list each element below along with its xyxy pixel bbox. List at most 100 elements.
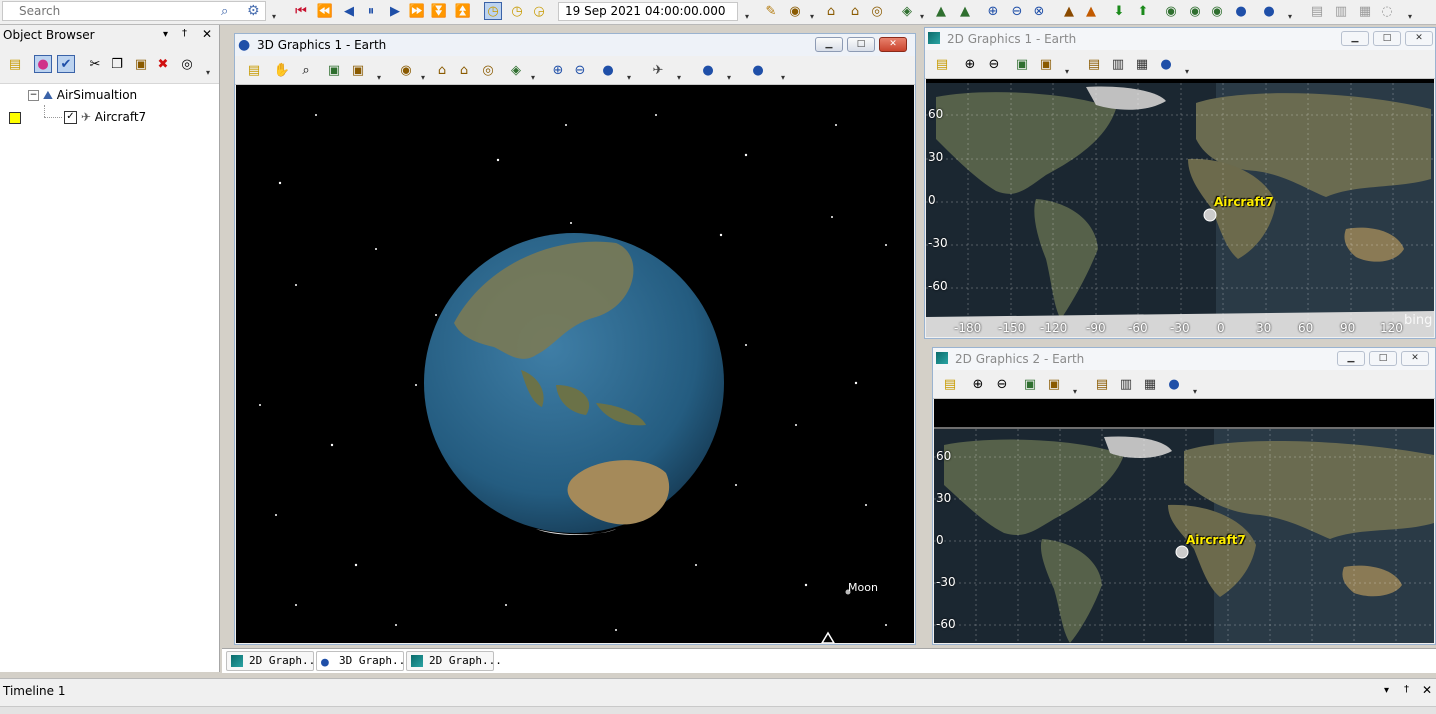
arrow-down-icon[interactable]: ⬇ — [1110, 2, 1128, 20]
view-from-icon[interactable]: ◉ — [786, 2, 804, 20]
globe-icon[interactable]: ● — [1232, 2, 1250, 20]
chevron-down-icon[interactable]: ▾ — [1406, 3, 1414, 21]
maximize-button[interactable]: □ — [847, 37, 875, 52]
chevron-down-icon[interactable]: ▾ — [1384, 685, 1389, 696]
step-back-icon[interactable]: ⏪ — [316, 2, 334, 20]
globe-icon[interactable]: ● — [1157, 55, 1175, 73]
tab-2d-graphics-1[interactable]: 2D Graph... — [226, 651, 322, 671]
satellite-2-icon[interactable]: ◉ — [1186, 2, 1204, 20]
home-view-icon[interactable]: ⌂ — [822, 2, 840, 20]
chevron-down-icon[interactable]: ▾ — [1063, 58, 1071, 76]
paste-icon[interactable]: ▣ — [132, 55, 150, 73]
aircraft-marker[interactable] — [1203, 208, 1217, 222]
scale-icon[interactable]: ▥ — [1109, 55, 1127, 73]
gear-icon[interactable]: ⚙ — [247, 3, 260, 19]
chevron-down-icon[interactable]: ▾ — [529, 64, 537, 82]
map-view-icon[interactable]: ◈ — [507, 61, 525, 79]
timeline-track[interactable] — [0, 706, 1436, 714]
chevron-down-icon[interactable]: ▾ — [204, 59, 212, 77]
tree-item-aircraft[interactable]: ✓ ✈ Aircraft7 — [64, 107, 146, 127]
pin-icon[interactable]: † — [182, 28, 187, 39]
check-icon[interactable]: ✔ — [57, 55, 75, 73]
3d-viewport[interactable]: Moon — [236, 85, 914, 643]
minimize-button[interactable]: ▁ — [1341, 31, 1369, 46]
measure-3-icon[interactable]: ⊗ — [1030, 2, 1048, 20]
map-view-icon[interactable]: ◈ — [898, 2, 916, 20]
chevron-down-icon[interactable]: ▾ — [625, 64, 633, 82]
slow-down-icon[interactable]: ⏬ — [430, 2, 448, 20]
cut-icon[interactable]: ✂ — [86, 55, 104, 73]
maximize-button[interactable]: □ — [1373, 31, 1401, 46]
camera-icon[interactable]: ▣ — [349, 61, 367, 79]
pencil-icon[interactable]: ✎ — [762, 2, 780, 20]
arrow-up-icon[interactable]: ⬆ — [1134, 2, 1152, 20]
close-icon[interactable]: ✕ — [1422, 683, 1432, 697]
chevron-down-icon[interactable]: ▾ — [375, 64, 383, 82]
globe-icon[interactable]: ● — [599, 61, 617, 79]
close-button[interactable]: ✕ — [1401, 351, 1429, 366]
properties-icon[interactable]: ▤ — [245, 61, 263, 79]
pin-icon[interactable]: † — [1404, 684, 1409, 695]
chevron-down-icon[interactable]: ▾ — [675, 64, 683, 82]
properties-icon[interactable]: ▤ — [933, 55, 951, 73]
chevron-down-icon[interactable]: ▾ — [270, 3, 278, 21]
chevron-down-icon[interactable]: ▾ — [1071, 378, 1079, 396]
chevron-down-icon[interactable]: ▾ — [743, 3, 751, 21]
close-button[interactable]: ✕ — [1405, 31, 1433, 46]
2d-map-viewport-1[interactable]: 60 30 0 -30 -60 -180 -150 -120 -90 -60 -… — [926, 79, 1434, 337]
zoom-in-icon[interactable]: ⊕ — [961, 55, 979, 73]
window-titlebar[interactable]: 2D Graphics 2 - Earth ▁ □ ✕ — [933, 348, 1435, 371]
chevron-down-icon[interactable]: ▾ — [725, 64, 733, 82]
camera-icon[interactable]: ▣ — [1045, 375, 1063, 393]
search-input[interactable] — [5, 3, 219, 19]
search-icon[interactable]: ⌕ — [221, 4, 228, 19]
chevron-down-icon[interactable]: ▾ — [808, 3, 816, 21]
zoom-in-icon[interactable]: ⊕ — [969, 375, 987, 393]
terrain-icon[interactable]: ▲ — [932, 2, 950, 20]
collapse-icon[interactable]: − — [28, 90, 39, 101]
tab-2d-graphics-2[interactable]: 2D Graph... — [406, 651, 502, 671]
chevron-down-icon[interactable]: ▾ — [1183, 58, 1191, 76]
play-reverse-icon[interactable]: ◀ — [340, 2, 358, 20]
close-icon[interactable]: ✕ — [202, 27, 212, 41]
globe-icon[interactable]: ● — [1165, 375, 1183, 393]
scenario-time-field[interactable]: 19 Sep 2021 04:00:00.000 — [558, 2, 738, 21]
pyramid-2-icon[interactable]: ▲ — [1082, 2, 1100, 20]
measure-icon[interactable]: ⊕ — [549, 61, 567, 79]
house-icon[interactable]: ⌂ — [455, 61, 473, 79]
zoom-out-icon[interactable]: ⊖ — [985, 55, 1003, 73]
zoom-out-icon[interactable]: ⊖ — [993, 375, 1011, 393]
chevron-down-icon[interactable]: ▾ — [163, 29, 168, 40]
globe-2-icon[interactable]: ● — [1260, 2, 1278, 20]
wing-icon[interactable]: ✈ — [649, 61, 667, 79]
find-icon[interactable]: ◎ — [178, 55, 196, 73]
chevron-down-icon[interactable]: ▾ — [779, 64, 787, 82]
snapshot-icon[interactable]: ▣ — [325, 61, 343, 79]
chevron-down-icon[interactable]: ▾ — [1286, 3, 1294, 21]
speed-up-icon[interactable]: ⏫ — [454, 2, 472, 20]
measure-2-icon[interactable]: ⊖ — [571, 61, 589, 79]
target-icon[interactable]: ◎ — [868, 2, 886, 20]
window-titlebar[interactable]: ● 3D Graphics 1 - Earth ▁ □ ✕ — [235, 34, 915, 57]
snapshot-icon[interactable]: ▣ — [1021, 375, 1039, 393]
satellite-icon[interactable]: ◉ — [1162, 2, 1180, 20]
color-wheel-icon[interactable]: ● — [34, 55, 52, 73]
pan-icon[interactable]: ✋ — [273, 61, 291, 79]
realtime-clock-icon[interactable]: ◷ — [484, 2, 502, 20]
earth-globe[interactable] — [424, 233, 724, 535]
play-icon[interactable]: ▶ — [386, 2, 404, 20]
grid-icon[interactable]: ▤ — [1085, 55, 1103, 73]
tab-3d-graphics-1[interactable]: ● 3D Graph... — [316, 651, 412, 671]
tree-item-scenario[interactable]: − ⛰ AirSimualtion — [28, 85, 137, 105]
chevron-down-icon[interactable]: ▾ — [419, 64, 427, 82]
clock-icon[interactable]: ◷ — [508, 2, 526, 20]
chevron-down-icon[interactable]: ▾ — [918, 3, 926, 21]
home-view-icon[interactable]: ⌂ — [433, 61, 451, 79]
scale-icon[interactable]: ▥ — [1117, 375, 1135, 393]
pyramid-icon[interactable]: ▲ — [1060, 2, 1078, 20]
scale-icon[interactable]: ▥ — [1332, 2, 1350, 20]
window-titlebar[interactable]: 2D Graphics 1 - Earth ▁ □ ✕ — [925, 28, 1435, 51]
house-icon[interactable]: ⌂ — [846, 2, 864, 20]
new-icon[interactable]: ▤ — [6, 55, 24, 73]
maximize-button[interactable]: □ — [1369, 351, 1397, 366]
